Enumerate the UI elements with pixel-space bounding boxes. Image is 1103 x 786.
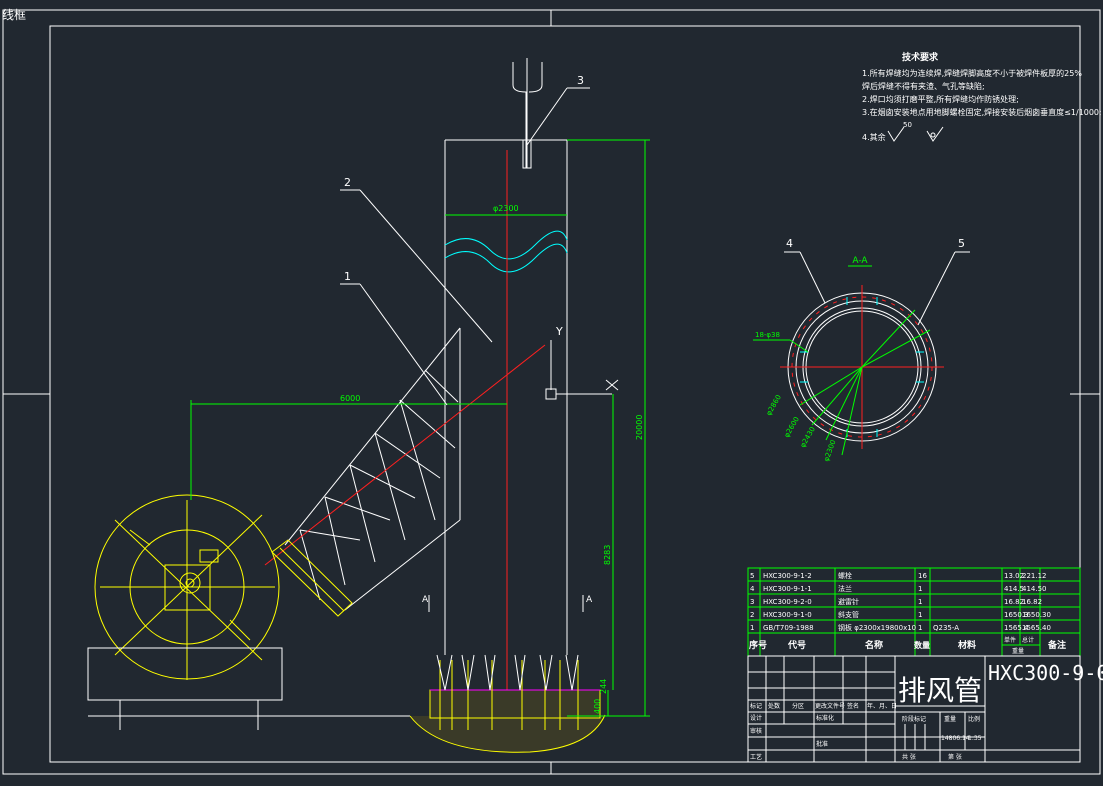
bom-no-3: 3 bbox=[750, 598, 754, 606]
tb-label-standard: 标准化 bbox=[816, 714, 834, 722]
tb-scale-value: 1:35 bbox=[968, 735, 982, 742]
dim-holes: 18-φ38 bbox=[755, 331, 780, 339]
tb-label-zone: 分区 bbox=[792, 702, 804, 710]
stack-elevation-view: Y A A bbox=[87, 58, 619, 753]
tech-req-title: 技术要求 bbox=[902, 51, 939, 63]
tb-label-stage: 阶段标记 bbox=[902, 715, 926, 723]
bom-code-5: HXC300-9-1-2 bbox=[763, 572, 812, 580]
tb-label-process: 工艺 bbox=[750, 753, 762, 761]
dim-height-lower: 8283 bbox=[603, 545, 612, 565]
bom-code-1: GB/T709-1988 bbox=[763, 624, 814, 632]
roughness-symbol-icon bbox=[887, 126, 905, 142]
diagonal-branch bbox=[284, 327, 461, 611]
bom-no-2: 2 bbox=[750, 611, 754, 619]
axis-label: Y bbox=[555, 325, 563, 338]
dim-d4: φ2300 bbox=[822, 439, 837, 463]
dim-d2: φ2600 bbox=[783, 416, 801, 439]
tb-label-weight: 重量 bbox=[944, 715, 956, 723]
bom-header-total: 总计 bbox=[1022, 636, 1034, 644]
tb-label-sheet: 第 张 bbox=[948, 753, 962, 761]
bom-name-1: 钢板 φ2300x19800x10 bbox=[838, 623, 916, 632]
tb-label-scale: 比例 bbox=[968, 715, 980, 723]
callout-5: 5 bbox=[958, 237, 965, 250]
bom-total-4: 414.50 bbox=[1022, 585, 1047, 593]
bom-qty-2: 1 bbox=[918, 611, 922, 619]
section-view-a-a: A-A 18-φ38 φ2860 φ2600 φ2430 φ2300 4 5 bbox=[753, 237, 970, 463]
roughness-value: 50 bbox=[903, 121, 912, 129]
bom-name-2: 斜支管 bbox=[838, 610, 859, 619]
dim-base-1: 400 bbox=[593, 699, 602, 714]
section-label: A-A bbox=[852, 256, 868, 266]
bom-no-4: 4 bbox=[750, 585, 755, 593]
bom-total-3: 16.82 bbox=[1022, 598, 1042, 606]
callout-3: 3 bbox=[577, 74, 584, 87]
section-mark-left: A bbox=[422, 595, 429, 605]
callout-4: 4 bbox=[786, 237, 793, 250]
bom-material-1: Q235-A bbox=[933, 624, 959, 632]
tech-req-line-1: 1.所有焊缝均为连续焊,焊缝焊脚高度不小于被焊件板厚的25% bbox=[862, 68, 1082, 78]
bom-name-5: 螺栓 bbox=[838, 571, 852, 580]
drawing-name: 排风管 bbox=[898, 674, 982, 707]
bom-header-unit: 单件 bbox=[1004, 636, 1016, 644]
dimensions: φ2300 20000 8283 6000 400 244 bbox=[190, 139, 650, 717]
dim-d3: φ2430 bbox=[799, 426, 817, 449]
tech-req-line-2: 焊后焊缝不得有夹渣、气孔等缺陷; bbox=[862, 81, 985, 91]
bom-table: 5 HXC300-9-1-2 螺栓 16 13.02 221.12 4 HXC3… bbox=[747, 567, 1081, 657]
bom-qty-3: 1 bbox=[918, 598, 922, 606]
bom-code-2: HXC300-9-1-0 bbox=[763, 611, 812, 619]
callout-1: 1 bbox=[344, 270, 351, 283]
callout-2: 2 bbox=[344, 176, 351, 189]
bom-code-3: HXC300-9-2-0 bbox=[763, 598, 812, 606]
bom-no-1: 1 bbox=[750, 624, 754, 632]
bom-qty-4: 1 bbox=[918, 585, 922, 593]
tb-label-check: 审核 bbox=[750, 727, 762, 735]
tb-label-change-doc: 更改文件号 bbox=[815, 702, 845, 710]
bom-no-5: 5 bbox=[750, 572, 754, 580]
bom-header-qty: 数量 bbox=[914, 640, 930, 650]
branch-flange bbox=[271, 539, 353, 617]
tb-label-date: 年、月、日 bbox=[867, 702, 897, 710]
bom-total-2: 1650.30 bbox=[1022, 611, 1051, 619]
tb-label-count: 处数 bbox=[768, 702, 780, 710]
lightning-rod bbox=[512, 58, 543, 169]
bom-header-remark: 备注 bbox=[1047, 639, 1066, 651]
tb-label-mark: 标记 bbox=[750, 702, 762, 710]
bom-header-name: 名称 bbox=[865, 639, 883, 651]
section-mark-right: A bbox=[586, 595, 593, 605]
bom-qty-5: 16 bbox=[918, 572, 927, 580]
view-label[interactable]: 线框 bbox=[2, 6, 26, 23]
dim-diameter-top: φ2300 bbox=[493, 204, 519, 213]
fan-base bbox=[87, 647, 410, 730]
bom-name-4: 法兰 bbox=[838, 584, 852, 593]
tech-req-line-4: 3.在烟囱安装地点用地脚螺栓固定,焊接安装后烟囱垂直度≤1/1000; bbox=[862, 107, 1102, 117]
tech-req-line-5: 4.其余 bbox=[862, 132, 886, 142]
foundation bbox=[409, 689, 606, 753]
dim-horizontal: 6000 bbox=[340, 394, 360, 403]
drawing-number: HXC300-9-0 bbox=[988, 661, 1103, 685]
dim-base-2: 244 bbox=[599, 679, 608, 694]
tech-req-line-3: 2.焊口均须打磨平整,所有焊缝均作防锈处理; bbox=[862, 94, 1019, 104]
fan-assembly bbox=[94, 494, 280, 680]
callouts: 3 2 1 bbox=[340, 74, 590, 406]
cad-drawing-canvas[interactable]: 技术要求 1.所有焊缝均为连续焊,焊缝焊脚高度不小于被焊件板厚的25% 焊后焊缝… bbox=[0, 0, 1103, 786]
tb-label-sign: 签名 bbox=[847, 702, 859, 710]
tb-label-sheets: 共 张 bbox=[902, 753, 916, 761]
bom-header-weight: 重量 bbox=[1012, 647, 1024, 655]
bom-total-5: 221.12 bbox=[1022, 572, 1047, 580]
roughness-circle-icon bbox=[930, 132, 936, 138]
tb-label-approve: 批准 bbox=[816, 740, 828, 748]
tb-label-design: 设计 bbox=[750, 714, 762, 722]
dim-d1: φ2860 bbox=[765, 394, 783, 417]
title-block: 排风管 HXC300-9-0 标记 处数 分区 更改文件号 签名 年、月、日 设… bbox=[747, 655, 1103, 763]
bom-total-1: 1565.40 bbox=[1022, 624, 1051, 632]
bom-qty-1: 1 bbox=[918, 624, 922, 632]
bom-header-material: 材料 bbox=[957, 639, 976, 651]
bom-header-code: 代号 bbox=[787, 639, 806, 651]
bom-name-3: 避雷针 bbox=[838, 597, 859, 606]
dim-height-total: 20000 bbox=[635, 415, 644, 440]
tb-weight-value: 14806.14 bbox=[941, 735, 970, 742]
bom-code-4: HXC300-9-1-1 bbox=[763, 585, 812, 593]
bom-header-no: 序号 bbox=[749, 639, 767, 651]
tech-requirements: 技术要求 1.所有焊缝均为连续焊,焊缝焊脚高度不小于被焊件板厚的25% 焊后焊缝… bbox=[862, 51, 1102, 142]
